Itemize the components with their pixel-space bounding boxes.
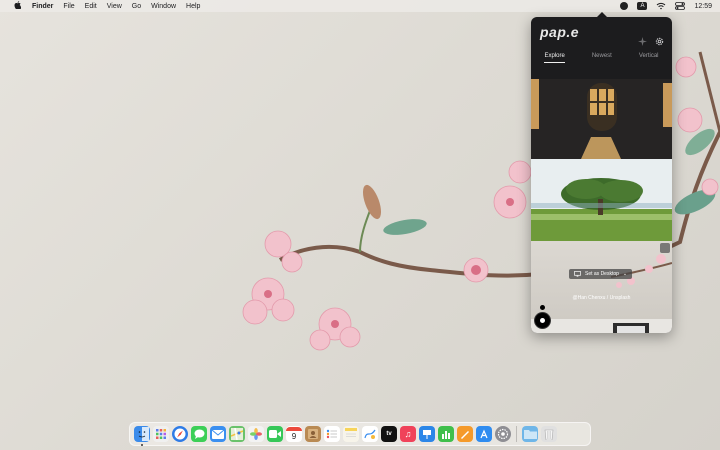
messages-icon[interactable]	[191, 426, 207, 442]
menu-edit[interactable]: Edit	[85, 3, 97, 10]
wifi-icon[interactable]	[656, 2, 666, 10]
set-as-desktop-label: Set as Desktop	[585, 271, 619, 277]
settings-icon[interactable]	[495, 426, 511, 442]
popover-header: pap.e Explore Newest Vertical	[531, 17, 672, 63]
menu-bar: Finder File Edit View Go Window Help A 1…	[0, 0, 720, 12]
papers-status-icon[interactable]	[620, 2, 629, 10]
wallpaper-thumbnail[interactable]	[531, 319, 672, 333]
wallpaper-thumbnail-selected[interactable]: Set as Desktop ⌄ @Han Chenxu / Unsplash	[531, 241, 672, 319]
menu-help[interactable]: Help	[186, 3, 200, 10]
calendar-day: 9	[291, 431, 297, 441]
maps-icon[interactable]	[229, 426, 245, 442]
pages-icon[interactable]	[457, 426, 473, 442]
facetime-icon[interactable]	[267, 426, 283, 442]
tab-newest[interactable]: Newest	[592, 53, 612, 63]
dock-separator	[516, 426, 517, 442]
chevron-down-icon: ⌄	[622, 271, 628, 277]
gear-icon[interactable]	[655, 37, 664, 46]
menu-file[interactable]: File	[63, 3, 74, 10]
tab-explore[interactable]: Explore	[544, 53, 565, 63]
menu-clock[interactable]: 12:59	[694, 3, 712, 10]
photo-credit[interactable]: @Han Chenxu / Unsplash	[531, 295, 672, 301]
tv-icon[interactable]: tv	[381, 426, 397, 442]
set-as-desktop-button[interactable]: Set as Desktop ⌄	[569, 269, 633, 279]
control-center-icon[interactable]	[675, 2, 686, 10]
tab-bar: Explore Newest Vertical	[531, 53, 672, 63]
apple-logo-icon[interactable]	[10, 1, 24, 11]
dock: 9 tv ♫	[129, 422, 591, 446]
input-source-badge[interactable]: A	[637, 2, 648, 10]
finder-icon[interactable]	[134, 426, 150, 446]
menu-window[interactable]: Window	[151, 3, 176, 10]
scroll-handle[interactable]	[535, 313, 550, 328]
tab-vertical[interactable]: Vertical	[639, 53, 659, 63]
freeform-icon[interactable]	[362, 426, 378, 442]
menu-view[interactable]: View	[107, 3, 122, 10]
preview-icon[interactable]	[660, 243, 670, 253]
wallpaper-thumbnail[interactable]	[531, 79, 672, 159]
trash-icon[interactable]	[541, 426, 557, 442]
numbers-icon[interactable]	[438, 426, 454, 442]
reminders-icon[interactable]	[324, 426, 340, 442]
mail-icon[interactable]	[210, 426, 226, 442]
app-store-icon[interactable]	[476, 426, 492, 442]
music-icon[interactable]: ♫	[400, 426, 416, 442]
papers-popover: pap.e Explore Newest Vertical Set as Des…	[531, 17, 672, 333]
menu-app-name[interactable]: Finder	[32, 3, 53, 10]
photos-icon[interactable]	[248, 426, 264, 442]
monitor-icon	[574, 271, 581, 277]
contacts-icon[interactable]	[305, 426, 321, 442]
folder-icon[interactable]	[522, 426, 538, 442]
launchpad-icon[interactable]	[153, 426, 169, 442]
sparkle-icon[interactable]	[638, 37, 647, 46]
keynote-icon[interactable]	[419, 426, 435, 442]
calendar-icon[interactable]: 9	[286, 426, 302, 442]
menu-go[interactable]: Go	[132, 3, 141, 10]
notes-icon[interactable]	[343, 426, 359, 442]
wallpaper-thumbnail[interactable]	[531, 159, 672, 241]
scroll-indicator-small	[540, 305, 545, 310]
app-logo: pap.e	[540, 24, 580, 40]
safari-icon[interactable]	[172, 426, 188, 442]
